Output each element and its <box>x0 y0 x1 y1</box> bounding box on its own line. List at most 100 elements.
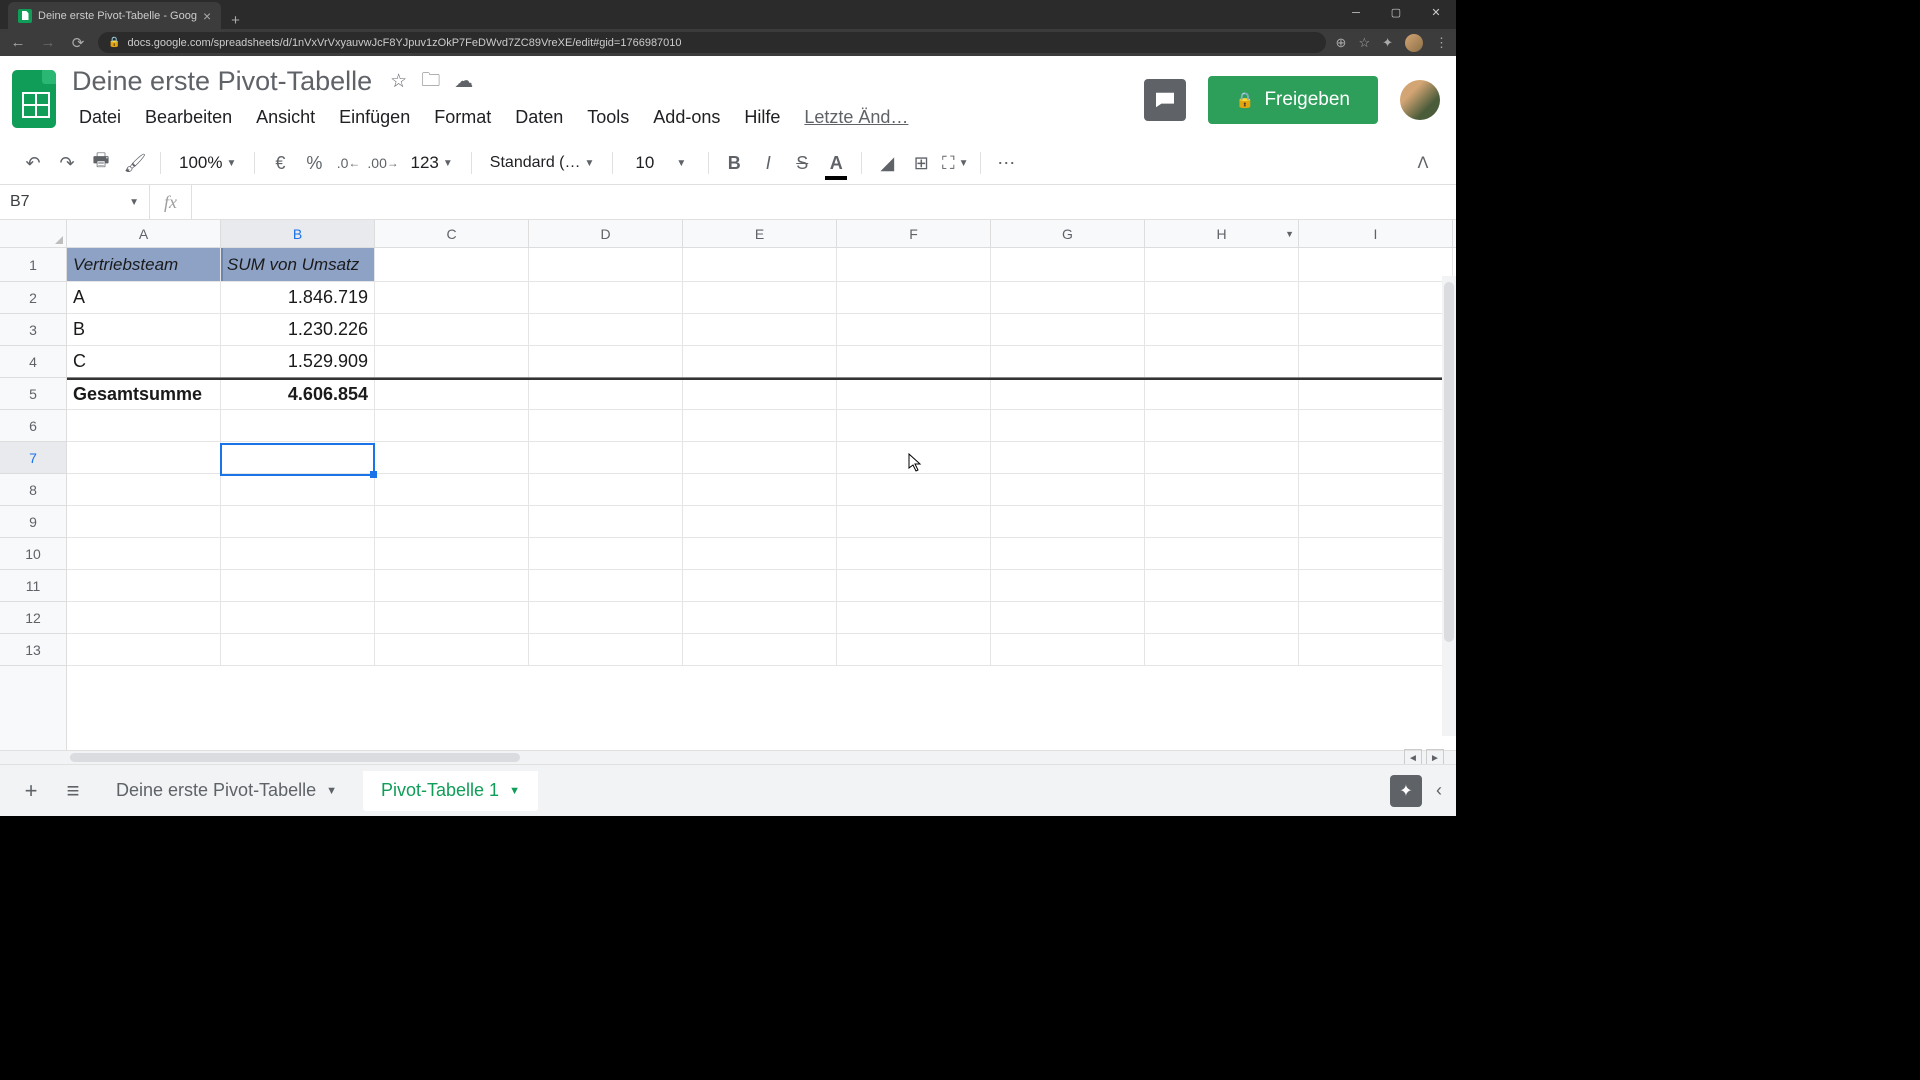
scrollbar-thumb[interactable] <box>1444 282 1454 642</box>
cell[interactable] <box>529 282 683 313</box>
cell[interactable] <box>529 538 683 569</box>
cell[interactable] <box>1299 442 1453 473</box>
cell[interactable] <box>375 410 529 441</box>
cell-a3[interactable]: B <box>67 314 221 345</box>
menu-edit[interactable]: Bearbeiten <box>134 103 243 132</box>
cell[interactable] <box>1299 506 1453 537</box>
cell-b1[interactable]: SUM von Umsatz <box>221 248 375 281</box>
cell[interactable] <box>683 538 837 569</box>
column-header-h[interactable]: H▼ <box>1145 220 1299 247</box>
row-header-13[interactable]: 13 <box>0 634 66 666</box>
cell[interactable] <box>683 410 837 441</box>
menu-format[interactable]: Format <box>423 103 502 132</box>
column-header-g[interactable]: G <box>991 220 1145 247</box>
cell[interactable] <box>991 346 1145 377</box>
cell[interactable] <box>221 538 375 569</box>
cell[interactable] <box>67 474 221 505</box>
cell[interactable] <box>837 282 991 313</box>
cell[interactable] <box>375 602 529 633</box>
horizontal-scrollbar[interactable]: ◄ ► <box>0 750 1456 764</box>
italic-button[interactable]: I <box>753 148 783 178</box>
row-header-8[interactable]: 8 <box>0 474 66 506</box>
cell[interactable] <box>529 248 683 281</box>
vertical-scrollbar[interactable] <box>1442 276 1456 736</box>
cell[interactable] <box>67 538 221 569</box>
column-header-c[interactable]: C <box>375 220 529 247</box>
cell[interactable] <box>375 282 529 313</box>
strikethrough-button[interactable]: S <box>787 148 817 178</box>
cell[interactable] <box>1299 314 1453 345</box>
cell-a5[interactable]: Gesamtsumme <box>67 380 221 409</box>
undo-button[interactable]: ↶ <box>18 148 48 178</box>
cell[interactable] <box>837 314 991 345</box>
cell[interactable] <box>1145 346 1299 377</box>
cell[interactable] <box>683 248 837 281</box>
cell[interactable] <box>1145 602 1299 633</box>
close-tab-icon[interactable]: × <box>203 8 211 24</box>
cell[interactable] <box>683 380 837 409</box>
cell[interactable] <box>529 570 683 601</box>
cell[interactable] <box>1145 474 1299 505</box>
decrease-decimals-button[interactable]: .0← <box>333 148 363 178</box>
menu-help[interactable]: Hilfe <box>733 103 791 132</box>
row-header-1[interactable]: 1 <box>0 248 66 282</box>
cell[interactable] <box>1299 570 1453 601</box>
currency-button[interactable]: € <box>265 148 295 178</box>
cell-a4[interactable]: C <box>67 346 221 377</box>
sheets-logo-icon[interactable] <box>12 70 56 128</box>
cell[interactable] <box>1299 248 1453 281</box>
chevron-down-icon[interactable]: ▼ <box>326 785 337 797</box>
cell[interactable] <box>1299 410 1453 441</box>
zoom-page-icon[interactable]: ⊕ <box>1336 35 1347 51</box>
zoom-select[interactable]: 100% ▼ <box>171 153 244 173</box>
row-header-12[interactable]: 12 <box>0 602 66 634</box>
cell[interactable] <box>1145 410 1299 441</box>
column-header-f[interactable]: F <box>837 220 991 247</box>
add-sheet-button[interactable]: + <box>14 774 48 808</box>
spreadsheet-grid[interactable]: A B C D E F G H▼ I 1 2 3 4 5 6 7 <box>0 220 1456 764</box>
back-button[interactable]: ← <box>8 34 28 51</box>
cell[interactable] <box>683 282 837 313</box>
cell[interactable] <box>67 506 221 537</box>
cell[interactable] <box>221 570 375 601</box>
reload-button[interactable]: ⟳ <box>68 34 88 52</box>
cell[interactable] <box>1145 282 1299 313</box>
account-avatar[interactable] <box>1400 80 1440 120</box>
comments-button[interactable] <box>1144 79 1186 121</box>
cell[interactable] <box>221 410 375 441</box>
cell[interactable] <box>375 474 529 505</box>
sheet-tab-1[interactable]: Deine erste Pivot-Tabelle ▼ <box>98 771 355 811</box>
formula-bar[interactable] <box>191 185 1456 219</box>
cell[interactable] <box>991 380 1145 409</box>
print-button[interactable]: 🖶 <box>86 148 116 178</box>
window-close-button[interactable]: ✕ <box>1416 0 1456 25</box>
profile-avatar-icon[interactable] <box>1405 34 1423 52</box>
column-header-b[interactable]: B <box>221 220 375 247</box>
cell[interactable] <box>67 602 221 633</box>
column-header-a[interactable]: A <box>67 220 221 247</box>
cell[interactable] <box>1145 442 1299 473</box>
cell[interactable] <box>837 346 991 377</box>
cell[interactable] <box>683 346 837 377</box>
cell[interactable] <box>375 314 529 345</box>
cell[interactable] <box>67 442 221 473</box>
cell-b4[interactable]: 1.529.909 <box>221 346 375 377</box>
browser-tab[interactable]: Deine erste Pivot-Tabelle - Goog × <box>8 2 221 29</box>
number-format-select[interactable]: 123 ▼ <box>403 153 461 173</box>
cell[interactable] <box>991 506 1145 537</box>
cloud-status-icon[interactable]: ☁ <box>454 70 473 93</box>
row-header-3[interactable]: 3 <box>0 314 66 346</box>
bold-button[interactable]: B <box>719 148 749 178</box>
text-color-button[interactable]: A <box>821 148 851 178</box>
cell[interactable] <box>991 474 1145 505</box>
cell[interactable] <box>221 474 375 505</box>
cell[interactable] <box>1145 538 1299 569</box>
cell[interactable] <box>375 346 529 377</box>
cell[interactable] <box>837 570 991 601</box>
scroll-left-button[interactable]: ◄ <box>1404 749 1422 764</box>
cell[interactable] <box>991 570 1145 601</box>
cell[interactable] <box>221 506 375 537</box>
address-bar[interactable]: 🔒 docs.google.com/spreadsheets/d/1nVxVrV… <box>98 32 1326 53</box>
redo-button[interactable]: ↷ <box>52 148 82 178</box>
cell[interactable] <box>375 442 529 473</box>
